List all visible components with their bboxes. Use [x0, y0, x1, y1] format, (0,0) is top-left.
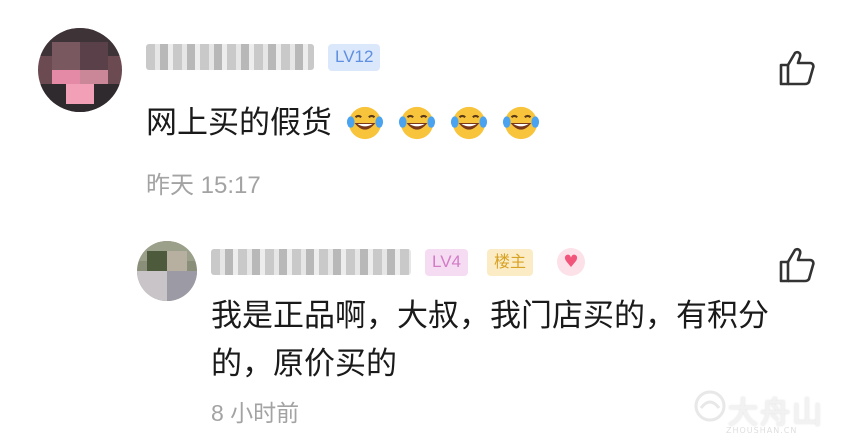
- watermark-subtext: ZHOUSHAN.CN: [726, 426, 798, 435]
- comment-text: 网上买的假货: [146, 105, 332, 141]
- heart-icon: ♥: [557, 248, 585, 276]
- reply-timestamp: 8 小时前: [211, 400, 300, 426]
- avatar[interactable]: [38, 28, 122, 112]
- watermark-logo-icon: [694, 390, 726, 422]
- comment-body: 网上买的假货: [146, 103, 540, 144]
- level-badge: LV12: [328, 44, 381, 71]
- comment-timestamp: 昨天 15:17: [146, 172, 261, 199]
- laughing-tears-emoji: [398, 106, 436, 139]
- username[interactable]: [211, 249, 411, 275]
- avatar[interactable]: [137, 241, 197, 301]
- host-badge: 楼主: [487, 249, 534, 276]
- username[interactable]: [146, 44, 314, 70]
- reply-text: 我是正品啊，大叔，我门店买的，有积分的，原价买的: [211, 298, 769, 382]
- thumbs-up-icon[interactable]: [777, 48, 817, 88]
- watermark: 大舟山 ZHOUSHAN.CN: [692, 384, 850, 447]
- laughing-tears-emoji: [346, 106, 384, 139]
- laughing-tears-emoji: [450, 106, 488, 139]
- thumbs-up-icon[interactable]: [777, 245, 817, 285]
- laughing-tears-emoji: [502, 106, 540, 139]
- level-badge: LV4: [425, 249, 468, 276]
